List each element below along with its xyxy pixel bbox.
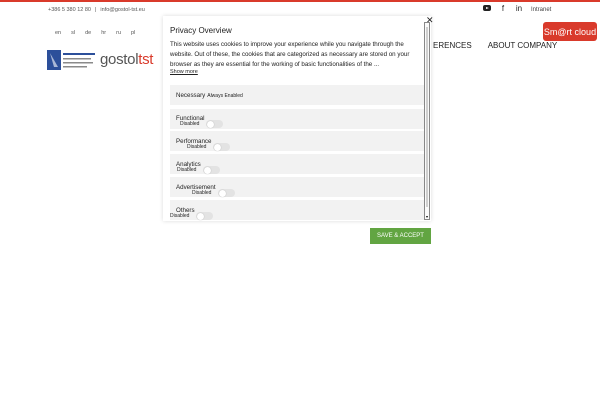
top-accent-bar <box>0 0 600 2</box>
scrollbar-thumb[interactable] <box>426 27 428 207</box>
facebook-icon[interactable]: f <box>498 4 508 13</box>
category-status: Disabled <box>180 121 200 127</box>
show-more-link[interactable]: Show more <box>170 69 198 75</box>
category-status: Disabled <box>192 190 212 196</box>
eu-funding-logo <box>47 50 95 70</box>
category-analytics[interactable]: Analytics Disabled <box>170 154 424 174</box>
modal-scrollbar[interactable]: ▾ <box>424 22 430 220</box>
youtube-icon[interactable] <box>482 4 492 13</box>
category-label: Necessary Always Enabled <box>176 92 243 99</box>
brand-logo[interactable]: gostoltst <box>100 51 153 68</box>
analytics-toggle[interactable] <box>203 166 220 174</box>
language-switcher: en sl de hr ru pl <box>55 30 135 36</box>
category-others[interactable]: Others Disabled <box>170 200 424 220</box>
lang-de[interactable]: de <box>85 30 91 36</box>
category-advertisement[interactable]: Advertisement Disabled <box>170 177 424 197</box>
lang-hr[interactable]: hr <box>101 30 106 36</box>
modal-description: This website uses cookies to improve you… <box>170 41 410 68</box>
category-performance[interactable]: Performance Disabled <box>170 131 424 151</box>
main-nav: erences About company <box>433 41 557 50</box>
category-status: Disabled <box>187 144 207 150</box>
advertisement-toggle[interactable] <box>218 189 235 197</box>
intranet-link[interactable]: Intranet <box>531 7 551 13</box>
lang-sl[interactable]: sl <box>71 30 75 36</box>
modal-title: Privacy Overview <box>170 26 232 35</box>
others-toggle[interactable] <box>196 212 213 220</box>
phone-number[interactable]: +386 5 380 12 80 <box>48 7 91 13</box>
category-functional[interactable]: Functional Disabled <box>170 109 424 129</box>
contact-separator: | <box>94 7 97 13</box>
nav-about-company[interactable]: About company <box>488 41 558 50</box>
linkedin-icon[interactable]: in <box>514 4 524 13</box>
scroll-down-icon[interactable]: ▾ <box>425 214 429 219</box>
lang-pl[interactable]: pl <box>131 30 135 36</box>
category-necessary[interactable]: Necessary Always Enabled <box>170 85 424 105</box>
functional-toggle[interactable] <box>206 120 223 128</box>
lang-ru[interactable]: ru <box>116 30 121 36</box>
lang-en[interactable]: en <box>55 30 61 36</box>
email-link[interactable]: info@gostol-tst.eu <box>100 7 144 13</box>
always-enabled-label: Always Enabled <box>207 93 243 99</box>
nav-references[interactable]: erences <box>433 41 472 50</box>
contact-info: +386 5 380 12 80 | info@gostol-tst.eu <box>48 7 145 13</box>
smart-cloud-button[interactable]: Sm@rt cloud <box>543 22 597 41</box>
social-links: f in <box>482 4 524 13</box>
save-accept-button[interactable]: Save & Accept <box>370 228 431 244</box>
performance-toggle[interactable] <box>213 143 230 151</box>
category-status: Disabled <box>170 213 190 219</box>
category-status: Disabled <box>177 167 197 173</box>
